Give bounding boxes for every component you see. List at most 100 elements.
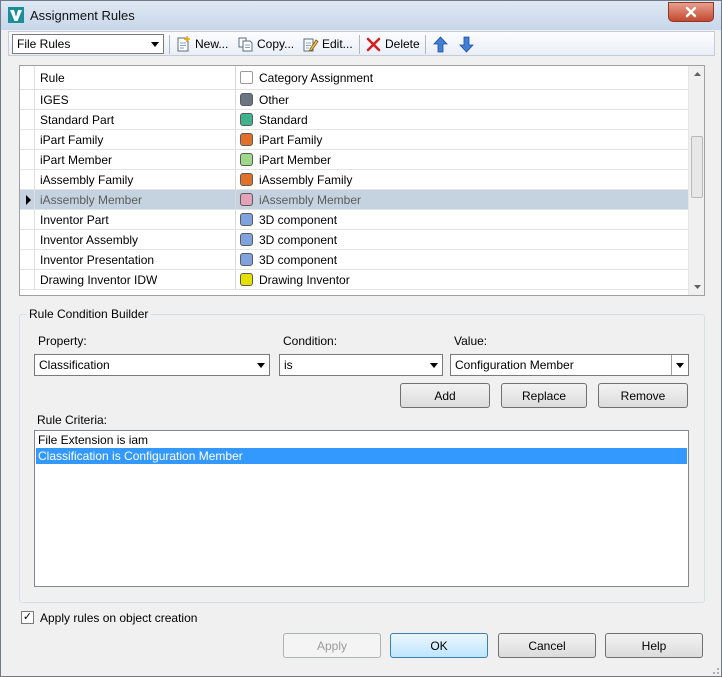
column-divider xyxy=(235,210,236,229)
table-row[interactable]: Standard Part Standard xyxy=(20,110,688,130)
column-header-category[interactable]: Category Assignment xyxy=(259,71,373,85)
category-cell: 3D component xyxy=(259,253,338,267)
category-cell: Drawing Inventor xyxy=(259,273,350,287)
toolbar-separator xyxy=(425,35,426,54)
apply-on-creation-checkbox[interactable]: ✓ xyxy=(21,611,34,624)
table-row[interactable]: Inventor Presentation 3D component xyxy=(20,250,688,270)
delete-button[interactable]: Delete xyxy=(365,34,420,54)
apply-on-creation-label[interactable]: Apply rules on object creation xyxy=(40,611,197,625)
table-row[interactable]: iAssembly Family iAssembly Family xyxy=(20,170,688,190)
move-up-button[interactable] xyxy=(432,34,449,54)
rules-grid: Rule Category Assignment IGES Other Standa… xyxy=(19,65,705,296)
row-indicator[interactable] xyxy=(20,270,35,290)
category-color-swatch xyxy=(240,233,253,246)
table-row[interactable]: Drawing Inventor IDW Drawing Inventor xyxy=(20,270,688,290)
move-down-button[interactable] xyxy=(458,34,475,54)
category-cell: Standard xyxy=(259,113,308,127)
table-row[interactable]: iPart Member iPart Member xyxy=(20,150,688,170)
table-row[interactable]: Inventor Part 3D component xyxy=(20,210,688,230)
resize-grip-icon[interactable] xyxy=(708,663,720,675)
replace-button-label: Replace xyxy=(521,388,567,403)
category-color-swatch xyxy=(240,113,253,126)
chevron-down-icon[interactable] xyxy=(671,355,688,375)
row-indicator[interactable] xyxy=(20,210,35,230)
ok-button[interactable]: OK xyxy=(390,633,488,658)
category-color-swatch xyxy=(240,273,253,286)
chevron-down-icon xyxy=(146,35,163,53)
value-value: Configuration Member xyxy=(455,358,574,372)
category-cell: 3D component xyxy=(259,213,338,227)
group-title: Rule Condition Builder xyxy=(26,307,152,321)
toolbar-separator xyxy=(359,35,360,54)
row-indicator[interactable] xyxy=(20,230,35,250)
rule-type-dropdown[interactable]: File Rules xyxy=(12,34,164,54)
row-indicator[interactable] xyxy=(20,190,35,210)
toolbar: File Rules New... Copy... Edit... Delete xyxy=(8,31,715,56)
row-indicator[interactable] xyxy=(20,130,35,150)
new-button[interactable]: New... xyxy=(175,34,228,54)
check-icon: ✓ xyxy=(22,611,33,623)
help-button[interactable]: Help xyxy=(605,633,703,658)
category-cell: iPart Member xyxy=(259,153,332,167)
title-bar: Assignment Rules xyxy=(1,1,721,30)
copy-button[interactable]: Copy... xyxy=(237,34,294,54)
cancel-button[interactable]: Cancel xyxy=(498,633,596,658)
criteria-item[interactable]: File Extension is iam xyxy=(36,432,687,448)
apply-button[interactable]: Apply xyxy=(283,633,381,658)
scrollbar-thumb[interactable] xyxy=(691,136,703,198)
value-combobox[interactable]: Configuration Member xyxy=(450,354,689,376)
table-row[interactable]: iPart Family iPart Family xyxy=(20,130,688,150)
category-cell: iAssembly Family xyxy=(259,173,353,187)
chevron-down-icon xyxy=(425,355,442,375)
column-divider xyxy=(235,250,236,269)
delete-icon xyxy=(366,37,381,51)
rule-cell: IGES xyxy=(40,93,69,107)
rule-cell: iPart Member xyxy=(40,153,113,167)
edit-button-label: Edit... xyxy=(322,37,353,51)
row-indicator[interactable] xyxy=(20,90,35,110)
current-row-arrow-icon xyxy=(26,195,31,205)
add-button[interactable]: Add xyxy=(400,383,490,408)
column-divider xyxy=(235,110,236,129)
column-divider xyxy=(235,230,236,249)
column-divider xyxy=(235,66,236,89)
edit-icon xyxy=(303,38,319,52)
table-row[interactable]: Inventor Assembly 3D component xyxy=(20,230,688,250)
category-cell: Other xyxy=(259,93,290,107)
table-row[interactable]: IGES Other xyxy=(20,90,688,110)
grid-vertical-scrollbar[interactable] xyxy=(688,66,704,295)
select-all-checkbox[interactable] xyxy=(240,71,253,84)
row-indicator[interactable] xyxy=(20,150,35,170)
column-divider xyxy=(235,130,236,149)
scroll-up-icon xyxy=(694,72,701,76)
remove-button[interactable]: Remove xyxy=(598,383,688,408)
arrow-up-icon xyxy=(433,35,448,52)
property-dropdown[interactable]: Classification xyxy=(34,354,270,376)
row-indicator[interactable] xyxy=(20,110,35,130)
scroll-down-icon xyxy=(694,285,701,289)
column-divider xyxy=(235,190,236,209)
grid-header: Rule Category Assignment xyxy=(20,66,688,90)
category-color-swatch xyxy=(240,93,253,106)
column-header-rule[interactable]: Rule xyxy=(40,71,65,85)
copy-button-label: Copy... xyxy=(257,37,295,51)
close-button[interactable] xyxy=(668,2,714,22)
rule-criteria-label: Rule Criteria: xyxy=(37,413,108,427)
rule-criteria-list[interactable]: File Extension is iam Classification is … xyxy=(34,430,689,587)
category-color-swatch xyxy=(240,133,253,146)
criteria-item-selected[interactable]: Classification is Configuration Member xyxy=(36,448,687,464)
row-indicator[interactable] xyxy=(20,250,35,270)
table-row-selected[interactable]: iAssembly Member iAssembly Member xyxy=(20,190,688,210)
replace-button[interactable]: Replace xyxy=(501,383,587,408)
toolbar-separator xyxy=(169,35,170,54)
row-header-corner xyxy=(20,66,35,90)
column-divider xyxy=(235,270,236,289)
category-cell: 3D component xyxy=(259,233,338,247)
condition-label: Condition: xyxy=(283,334,338,348)
property-label: Property: xyxy=(38,334,87,348)
copy-icon xyxy=(238,37,253,51)
row-indicator[interactable] xyxy=(20,170,35,190)
property-value: Classification xyxy=(39,358,110,372)
condition-dropdown[interactable]: is xyxy=(279,354,443,376)
edit-button[interactable]: Edit... xyxy=(302,34,353,54)
